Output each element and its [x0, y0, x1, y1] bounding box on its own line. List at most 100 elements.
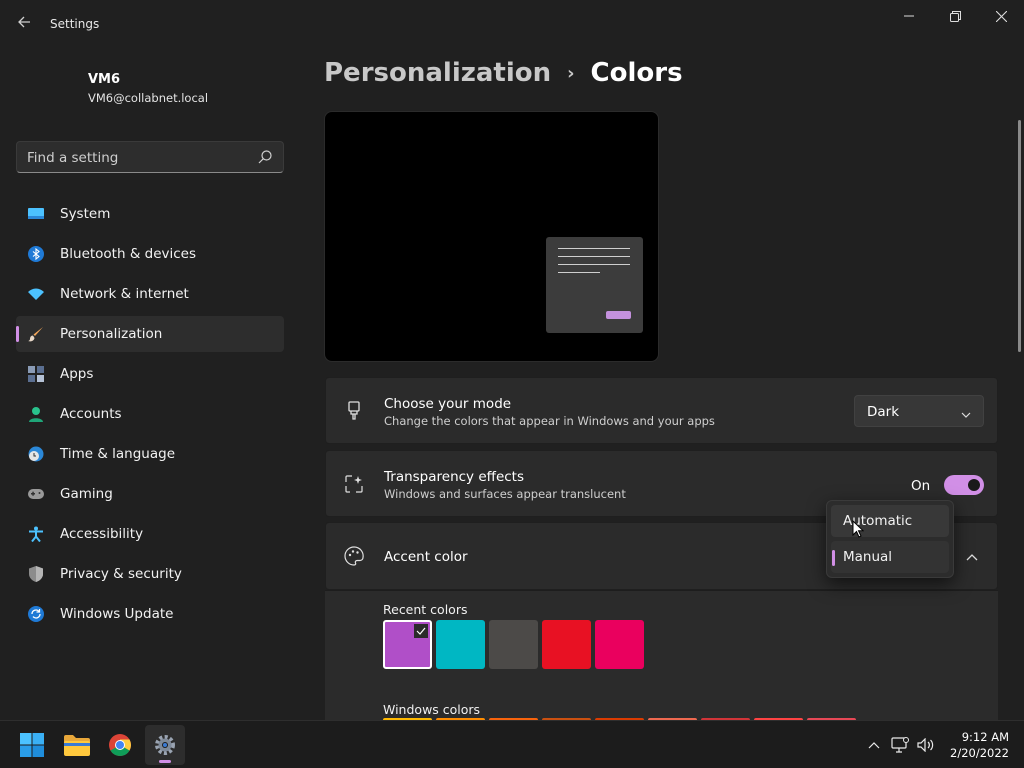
dropdown-option-manual[interactable]: Manual — [831, 541, 949, 573]
sidebar-item-label: Accessibility — [60, 526, 144, 542]
network-icon[interactable] — [890, 735, 910, 755]
accent-title: Accent color — [384, 549, 468, 565]
sidebar-item-personalization[interactable]: Personalization — [16, 316, 284, 352]
sidebar-item-accessibility[interactable]: Accessibility — [16, 516, 284, 552]
sidebar-item-label: Personalization — [60, 326, 163, 342]
bluetooth-icon — [28, 246, 44, 262]
search-icon[interactable] — [257, 149, 273, 165]
sidebar-item-apps[interactable]: Apps — [16, 356, 284, 392]
chevron-up-tray-icon[interactable] — [864, 735, 884, 755]
taskbar: 9:12 AM 2/20/2022 — [0, 720, 1024, 768]
mode-select[interactable]: Dark — [854, 395, 984, 427]
shield-icon — [28, 566, 44, 582]
gamepad-icon — [28, 486, 44, 502]
sidebar-item-privacy[interactable]: Privacy & security — [16, 556, 284, 592]
windows-colors-label: Windows colors — [383, 702, 481, 717]
mode-value: Dark — [867, 404, 900, 420]
start-button[interactable] — [12, 725, 52, 765]
sidebar-item-time-language[interactable]: Time & language — [16, 436, 284, 472]
settings-icon — [155, 735, 175, 755]
close-button[interactable] — [978, 0, 1024, 32]
mode-description: Change the colors that appear in Windows… — [384, 414, 715, 428]
file-explorer-icon — [64, 735, 90, 756]
recent-color-swatch[interactable] — [383, 620, 432, 669]
close-icon — [995, 10, 1007, 22]
palette-icon — [344, 546, 364, 566]
clock-date: 2/20/2022 — [950, 746, 1009, 760]
preview-line — [558, 272, 600, 273]
brush-icon — [28, 326, 44, 342]
sidebar-item-system[interactable]: System — [16, 196, 284, 232]
settings-taskbar-button[interactable] — [145, 725, 185, 765]
breadcrumb: Personalization › Colors — [324, 58, 683, 88]
sidebar-item-gaming[interactable]: Gaming — [16, 476, 284, 512]
recent-colors-label: Recent colors — [383, 602, 468, 617]
accent-panel: Recent colors Windows colors — [325, 590, 998, 724]
mouse-cursor-icon — [852, 519, 865, 542]
app-title: Settings — [50, 17, 100, 31]
sidebar-item-label: Time & language — [60, 446, 176, 462]
minimize-button[interactable] — [886, 0, 932, 32]
profile-email: VM6@collabnet.local — [88, 91, 209, 105]
transparency-toggle[interactable] — [944, 475, 984, 495]
sparkle-icon — [344, 474, 364, 494]
wifi-icon — [28, 286, 44, 302]
sidebar-item-network[interactable]: Network & internet — [16, 276, 284, 312]
breadcrumb-parent[interactable]: Personalization — [324, 58, 551, 88]
accessibility-icon — [28, 526, 44, 542]
clock[interactable]: 9:12 AM 2/20/2022 — [945, 729, 1009, 761]
breadcrumb-separator: › — [567, 62, 575, 84]
accent-mode-dropdown: Automatic Manual — [826, 500, 954, 578]
start-icon — [20, 733, 44, 757]
accounts-icon — [28, 406, 44, 422]
chevron-up-icon[interactable] — [966, 549, 978, 568]
theme-preview — [324, 111, 659, 362]
preview-line — [558, 248, 630, 249]
update-icon — [28, 606, 44, 622]
preview-line — [558, 256, 630, 257]
sidebar-item-windows-update[interactable]: Windows Update — [16, 596, 284, 632]
back-button[interactable] — [10, 10, 38, 38]
sidebar-item-accounts[interactable]: Accounts — [16, 396, 284, 432]
search-input[interactable]: Find a setting — [16, 141, 284, 173]
profile-name[interactable]: VM6 — [88, 72, 120, 87]
restore-button[interactable] — [932, 0, 978, 32]
preview-accent-button — [606, 311, 631, 319]
sidebar-item-bluetooth[interactable]: Bluetooth & devices — [16, 236, 284, 272]
clock-time: 9:12 AM — [961, 730, 1009, 744]
file-explorer-button[interactable] — [57, 725, 97, 765]
mode-card: Choose your mode Change the colors that … — [325, 377, 998, 444]
restore-icon — [949, 10, 961, 22]
chrome-button[interactable] — [100, 725, 140, 765]
clock-globe-icon — [28, 446, 44, 462]
recent-color-swatch[interactable] — [436, 620, 485, 669]
apps-icon — [28, 366, 44, 382]
checkmark-icon — [414, 624, 428, 638]
sidebar-item-label: System — [60, 206, 111, 222]
dropdown-option-label: Manual — [843, 549, 893, 565]
dropdown-option-automatic[interactable]: Automatic — [831, 505, 949, 537]
recent-color-swatch[interactable] — [489, 620, 538, 669]
transparency-description: Windows and surfaces appear translucent — [384, 487, 626, 501]
search-placeholder: Find a setting — [27, 150, 119, 166]
sidebar-item-label: Privacy & security — [60, 566, 182, 582]
recent-color-swatch[interactable] — [595, 620, 644, 669]
paint-brush-icon — [344, 401, 364, 421]
sidebar-item-label: Network & internet — [60, 286, 189, 302]
preview-window — [546, 237, 643, 333]
chevron-down-icon — [961, 405, 971, 424]
back-arrow-icon — [18, 16, 30, 28]
scrollbar-thumb[interactable] — [1018, 120, 1021, 352]
sidebar-item-label: Accounts — [60, 406, 122, 422]
page-title: Colors — [590, 58, 683, 88]
preview-line — [558, 264, 630, 265]
mode-title: Choose your mode — [384, 396, 512, 412]
recent-color-swatch[interactable] — [542, 620, 591, 669]
title-bar: Settings — [0, 0, 1024, 48]
transparency-title: Transparency effects — [384, 469, 524, 485]
transparency-state-label: On — [911, 478, 931, 494]
toggle-knob — [968, 479, 980, 491]
volume-icon[interactable] — [916, 735, 936, 755]
sidebar-item-label: Bluetooth & devices — [60, 246, 197, 262]
minimize-icon — [904, 15, 914, 17]
